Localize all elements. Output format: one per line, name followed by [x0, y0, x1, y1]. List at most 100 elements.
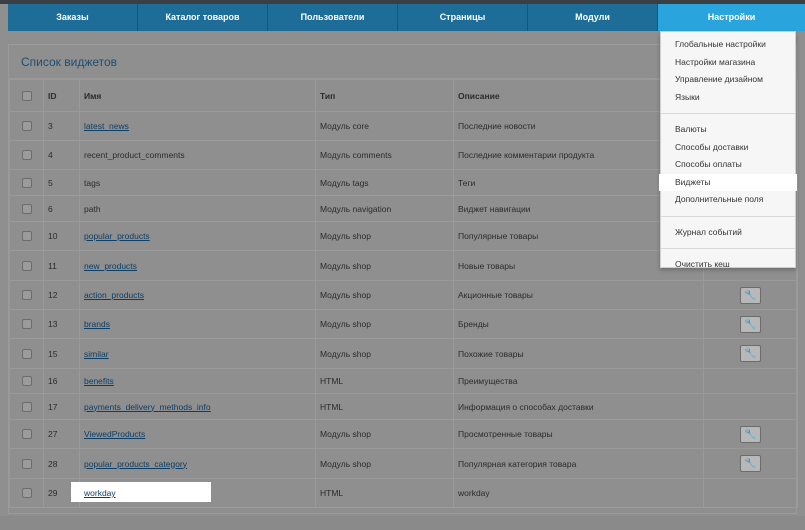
table-row: 15 similar Модуль shop Похожие товары 🔧	[9, 338, 798, 369]
menu-item-group2-4[interactable]: Дополнительные поля	[661, 191, 795, 209]
widget-name-link[interactable]: brands	[84, 319, 110, 329]
menu-item-group1-3[interactable]: Языки	[661, 89, 795, 107]
row-type: HTML	[315, 478, 454, 508]
widget-name: recent_product_comments	[84, 150, 185, 160]
table-row: 12 action_products Модуль shop Акционные то…	[9, 280, 798, 310]
widget-name-link[interactable]: payments_delivery_methods_info	[84, 402, 211, 412]
row-description: workday	[453, 478, 704, 508]
row-type: Модуль navigation	[315, 195, 454, 222]
row-checkbox[interactable]	[21, 458, 32, 469]
nav-item-2[interactable]: Пользователи	[268, 4, 398, 31]
row-description: Бренды	[453, 309, 704, 339]
row-checkbox[interactable]	[21, 231, 32, 242]
row-checkbox-cell	[9, 250, 44, 281]
row-id: 5	[43, 169, 80, 196]
nav-item-4[interactable]: Модули	[528, 4, 658, 31]
row-id: 6	[43, 195, 80, 222]
row-checkbox-cell	[9, 393, 44, 420]
row-checkbox[interactable]	[21, 401, 32, 412]
row-checkbox-cell	[9, 419, 44, 449]
widget-name-link[interactable]: popular_products	[84, 231, 150, 241]
row-checkbox[interactable]	[21, 429, 32, 440]
row-checkbox[interactable]	[21, 150, 32, 161]
row-id: 16	[43, 368, 80, 394]
row-description: Акционные товары	[453, 280, 704, 310]
nav-item-1[interactable]: Каталог товаров	[138, 4, 268, 31]
wrench-icon[interactable]: 🔧	[740, 425, 761, 443]
widget-name-link[interactable]: workday	[84, 488, 116, 498]
row-id: 10	[43, 221, 80, 251]
row-checkbox[interactable]	[21, 121, 32, 132]
nav-item-0[interactable]: Заказы	[8, 4, 138, 31]
row-checkbox[interactable]	[21, 376, 32, 387]
menu-item-group1-2[interactable]: Управление дизайном	[661, 71, 795, 89]
menu-item-group2-2[interactable]: Способы оплаты	[661, 156, 795, 174]
row-name-cell: popular_products	[79, 221, 316, 251]
row-name-cell: path	[79, 195, 316, 222]
menu-separator	[661, 248, 795, 249]
menu-item-group3-0[interactable]: Журнал событий	[661, 224, 795, 242]
row-checkbox-cell	[9, 140, 44, 170]
row-name-cell: new_products	[79, 250, 316, 281]
row-name-cell: popular_products_category	[79, 448, 316, 479]
row-id: 17	[43, 393, 80, 420]
row-type: Модуль shop	[315, 221, 454, 251]
select-all-checkbox[interactable]	[21, 90, 32, 101]
widget-name-link[interactable]: ViewedProducts	[84, 429, 145, 439]
wrench-icon[interactable]: 🔧	[740, 455, 761, 472]
widget-name-link[interactable]: action_products	[84, 290, 144, 300]
wrench-icon[interactable]: 🔧	[740, 315, 761, 333]
row-type: Модуль comments	[315, 140, 454, 170]
row-checkbox[interactable]	[21, 177, 32, 188]
menu-item-group1-1[interactable]: Настройки магазина	[661, 54, 795, 72]
row-type: Модуль tags	[315, 169, 454, 196]
menu-item-group4-0[interactable]: Очистить кеш	[661, 256, 795, 274]
nav-item-3[interactable]: Страницы	[398, 4, 528, 31]
widget-name-link[interactable]: popular_products_category	[84, 459, 187, 469]
row-actions: 🔧	[703, 419, 798, 449]
menu-item-group2-1[interactable]: Способы доставки	[661, 139, 795, 157]
row-description: Популярная категория товара	[453, 448, 704, 479]
row-checkbox[interactable]	[21, 488, 32, 499]
row-actions: 🔧	[703, 280, 798, 310]
row-checkbox[interactable]	[21, 319, 32, 330]
nav-item-5[interactable]: Настройки	[658, 4, 805, 31]
menu-item-group2-0[interactable]: Валюты	[661, 121, 795, 139]
menu-separator	[661, 215, 795, 217]
row-checkbox[interactable]	[21, 260, 32, 271]
row-description: Информация о способах доставки	[453, 393, 704, 420]
row-checkbox[interactable]	[21, 290, 32, 301]
row-type: Модуль shop	[315, 419, 454, 449]
row-actions: 🔧	[703, 448, 798, 479]
row-name-cell: payments_delivery_methods_info	[79, 393, 316, 420]
row-name-cell: latest_news	[79, 111, 316, 141]
row-type: HTML	[315, 368, 454, 394]
table-row: 27 ViewedProducts Модуль shop Просмотренные…	[9, 419, 798, 449]
row-id: 11	[43, 250, 80, 281]
row-id: 13	[43, 309, 80, 339]
menu-item-group2-3[interactable]: Виджеты	[659, 173, 797, 191]
row-name-cell: tags	[79, 169, 316, 196]
row-checkbox-cell	[9, 368, 44, 394]
row-checkbox-cell	[9, 111, 44, 141]
widget-name: path	[84, 203, 101, 214]
wrench-icon[interactable]: 🔧	[740, 345, 761, 362]
row-id: 28	[43, 448, 80, 479]
col-header-id: ID	[43, 79, 80, 112]
widget-name-link[interactable]: similar	[84, 349, 109, 359]
row-actions	[703, 393, 798, 420]
row-name-cell: ViewedProducts	[79, 419, 316, 449]
row-name-cell: action_products	[79, 280, 316, 310]
col-header-name: Имя	[79, 79, 316, 112]
wrench-icon[interactable]: 🔧	[740, 286, 761, 304]
row-checkbox-cell	[9, 478, 44, 508]
row-checkbox[interactable]	[21, 203, 32, 214]
widget-name-link[interactable]: new_products	[84, 261, 137, 271]
widget-name-link[interactable]: latest_news	[84, 121, 129, 131]
menu-item-group1-0[interactable]: Глобальные настройки	[661, 36, 795, 54]
widget-name-link[interactable]: benefits	[84, 376, 114, 386]
col-header-type: Тип	[315, 79, 454, 112]
row-checkbox[interactable]	[21, 348, 32, 359]
row-type: HTML	[315, 393, 454, 420]
row-checkbox-cell	[9, 448, 44, 479]
